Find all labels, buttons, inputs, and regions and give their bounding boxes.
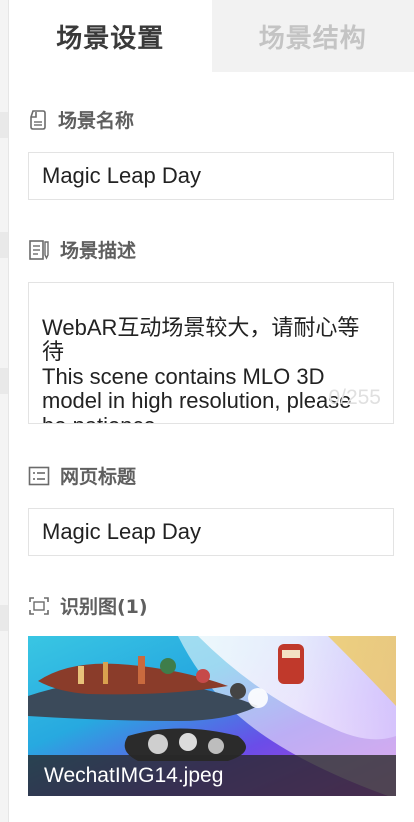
char-counter: 0/255 bbox=[328, 386, 381, 409]
document-edit-icon bbox=[28, 239, 50, 261]
page-title-label-text: 网页标题 bbox=[60, 466, 137, 488]
left-panel-marker bbox=[0, 112, 8, 138]
list-icon bbox=[28, 466, 50, 486]
tab-bar: 场景设置 场景结构 bbox=[9, 0, 414, 72]
scene-description-text: WebAR互动场景较大，请耐心等待 This scene contains ML… bbox=[42, 314, 360, 423]
scene-name-input[interactable]: Magic Leap Day bbox=[28, 152, 394, 200]
recognition-image-label: 识别图(1) bbox=[28, 592, 148, 619]
recognition-image-preview[interactable]: WechatIMG14.jpeg bbox=[28, 636, 396, 796]
scene-name-label-text: 场景名称 bbox=[58, 110, 135, 132]
left-panel-marker bbox=[0, 605, 8, 631]
left-panel-marker bbox=[0, 232, 8, 258]
scene-description-label-text: 场景描述 bbox=[60, 240, 137, 262]
tab-scene-settings[interactable]: 场景设置 bbox=[9, 0, 212, 72]
left-panel-marker bbox=[0, 368, 8, 394]
left-panel-edge bbox=[0, 0, 9, 822]
scene-description-label: 场景描述 bbox=[28, 236, 136, 263]
page-title-input[interactable]: Magic Leap Day bbox=[28, 508, 394, 556]
scan-frame-icon bbox=[28, 596, 50, 616]
scene-name-label: 场景名称 bbox=[28, 106, 134, 133]
image-filename: WechatIMG14.jpeg bbox=[28, 755, 396, 796]
document-icon bbox=[28, 109, 48, 131]
scene-description-textarea[interactable]: WebAR互动场景较大，请耐心等待 This scene contains ML… bbox=[28, 282, 394, 424]
recognition-image-label-text: 识别图(1) bbox=[60, 596, 148, 618]
tab-scene-structure[interactable]: 场景结构 bbox=[211, 0, 414, 72]
page-title-label: 网页标题 bbox=[28, 462, 136, 489]
settings-form: 场景名称 Magic Leap Day 场景描述 WebAR互动场景较大，请耐心… bbox=[28, 72, 396, 796]
